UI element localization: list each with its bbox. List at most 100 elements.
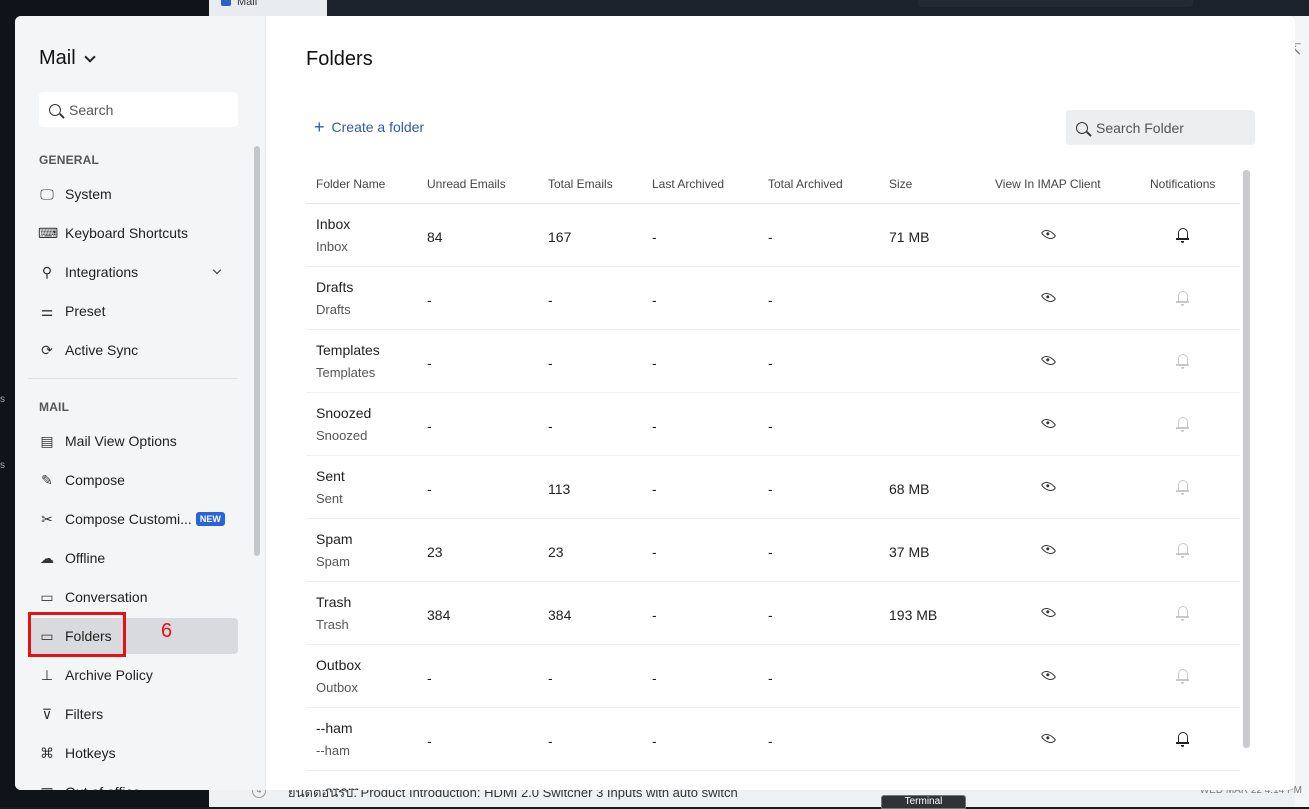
folders-table: Folder Name Unread Emails Total Emails L… (306, 168, 1240, 790)
column-header[interactable]: Last Archived (652, 177, 724, 191)
section-label-general: GENERAL (39, 153, 100, 167)
table-row[interactable]: Sent Sent - 113 - - 68 MB (306, 456, 1240, 519)
bell-icon[interactable] (1176, 291, 1189, 306)
sidebar-item-label: Hotkeys (65, 745, 116, 761)
folder-name: Inbox (316, 216, 351, 232)
cell-unread: - (427, 292, 432, 308)
bell-icon[interactable] (1176, 228, 1189, 243)
settings-search-input[interactable] (61, 100, 221, 119)
sidebar-item-label: Conversation (65, 589, 148, 605)
sidebar-item-hotkeys[interactable]: ⌘ Hotkeys (28, 735, 238, 771)
sidebar-item-offline[interactable]: ☁ Offline (28, 540, 238, 576)
sidebar-item-archive-policy[interactable]: ⊥ Archive Policy (28, 657, 238, 693)
settings-sidebar: Mail GENERAL 🖵 System ⌨ Keyboard Shortcuts ⚲… (15, 16, 266, 790)
background-edge-text: s (0, 460, 5, 471)
layout-icon: ▤ (40, 432, 54, 449)
chevron-down-icon[interactable] (212, 265, 222, 275)
sidebar-item-out-of-office[interactable]: ▦ Out of office (28, 774, 238, 791)
sidebar-item-label: Preset (65, 303, 106, 319)
background-mail-tab[interactable]: Mail (209, 0, 327, 16)
archive-icon: ⊥ (40, 666, 54, 683)
cell-total: - (548, 733, 553, 749)
sync-icon: ⟳ (41, 341, 53, 358)
bell-icon[interactable] (1176, 669, 1189, 684)
sidebar-item-compose[interactable]: ✎ Compose (28, 462, 238, 498)
folder-search-input[interactable] (1088, 118, 1248, 137)
sidebar-item-active-sync[interactable]: ⟳ Active Sync (28, 332, 238, 368)
table-row[interactable]: Spam Spam 23 23 - - 37 MB (306, 519, 1240, 582)
chevron-down-icon (84, 50, 96, 63)
sidebar-item-label: Mail View Options (65, 433, 177, 449)
table-row[interactable]: Templates Templates - - - - (306, 330, 1240, 393)
sidebar-scrollbar[interactable] (254, 146, 260, 556)
background-search-bar[interactable] (918, 0, 1193, 7)
cell-unread: - (427, 670, 432, 686)
folder-name: Trash (316, 594, 352, 610)
table-row[interactable]: Snoozed Snoozed - - - - (306, 393, 1240, 456)
plug-icon: ⚲ (41, 263, 53, 280)
annotation-highlight-box (28, 612, 126, 657)
eye-icon[interactable] (1040, 478, 1057, 495)
table-row[interactable]: --ham --ham - - - - (306, 708, 1240, 771)
bell-icon[interactable] (1176, 606, 1189, 621)
column-header[interactable]: Notifications (1150, 177, 1215, 191)
monitor-icon: 🖵 (40, 185, 54, 202)
calendar-icon: ▦ (38, 784, 56, 791)
bell-icon[interactable] (1176, 480, 1189, 495)
eye-icon[interactable] (1040, 541, 1057, 558)
eye-icon[interactable] (1040, 226, 1057, 243)
column-header[interactable]: View In IMAP Client (995, 177, 1101, 191)
column-header[interactable]: Total Archived (768, 177, 843, 191)
sidebar-item-preset[interactable]: ⚌ Preset (28, 293, 238, 329)
eye-icon[interactable] (1040, 604, 1057, 621)
cell-tarch: - (768, 229, 773, 245)
cell-tarch: - (768, 607, 773, 623)
table-row[interactable]: Drafts Drafts - - - - (306, 267, 1240, 330)
sidebar-item-system[interactable]: 🖵 System (28, 176, 238, 212)
column-header[interactable]: Unread Emails (427, 177, 506, 191)
bell-icon[interactable] (1176, 354, 1189, 369)
app-switcher[interactable]: Mail (39, 47, 96, 70)
eye-icon[interactable] (1040, 289, 1057, 306)
folder-search[interactable] (1066, 110, 1255, 145)
cell-total: 113 (548, 481, 571, 497)
plus-icon: + (314, 117, 325, 137)
table-row[interactable]: Trash Trash 384 384 - - 193 MB (306, 582, 1240, 645)
page-title: Folders (306, 48, 373, 70)
cell-last: - (652, 544, 657, 560)
sidebar-item-label: Compose (65, 472, 125, 488)
folder-path: Snoozed (316, 428, 368, 443)
sliders-icon: ⚌ (40, 302, 54, 319)
eye-icon[interactable] (1040, 667, 1057, 684)
eye-icon[interactable] (1040, 415, 1057, 432)
bell-icon[interactable] (1176, 732, 1189, 747)
cell-last: - (652, 292, 657, 308)
cell-unread: - (427, 418, 432, 434)
sidebar-item-compose-customi[interactable]: ✂ Compose Customi... NEW (28, 501, 238, 537)
sidebar-item-filters[interactable]: ⊽ Filters (28, 696, 238, 732)
folder-name: Sent (316, 468, 345, 484)
sidebar-item-conversation[interactable]: ▭ Conversation (28, 579, 238, 615)
column-header[interactable]: Total Emails (548, 177, 613, 191)
sidebar-item-integrations[interactable]: ⚲ Integrations (28, 254, 238, 290)
eye-icon[interactable] (1040, 352, 1057, 369)
column-header[interactable]: Size (889, 177, 912, 191)
sidebar-item-mail-view-options[interactable]: ▤ Mail View Options (28, 423, 238, 459)
table-scrollbar[interactable] (1243, 170, 1250, 748)
filter-icon: ⊽ (41, 705, 53, 722)
eye-icon[interactable] (1040, 730, 1057, 747)
column-header[interactable]: Folder Name (316, 177, 385, 191)
search-icon (49, 103, 61, 116)
folder-name: --ham (316, 720, 353, 736)
cloud-off-icon: ☁ (40, 549, 54, 566)
bell-icon[interactable] (1176, 543, 1189, 558)
bell-icon[interactable] (1176, 417, 1189, 432)
settings-search[interactable] (39, 92, 238, 127)
cell-tarch: - (768, 544, 773, 560)
table-row[interactable]: Inbox Inbox 84 167 - - 71 MB (306, 204, 1240, 267)
create-folder-button[interactable]: + Create a folder (314, 117, 424, 137)
folder-path: Trash (316, 617, 349, 632)
table-row[interactable]: Outbox Outbox - - - - (306, 645, 1240, 708)
sidebar-item-keyboard-shortcuts[interactable]: ⌨ Keyboard Shortcuts (28, 215, 238, 251)
table-row[interactable]: --spam (306, 771, 1240, 790)
